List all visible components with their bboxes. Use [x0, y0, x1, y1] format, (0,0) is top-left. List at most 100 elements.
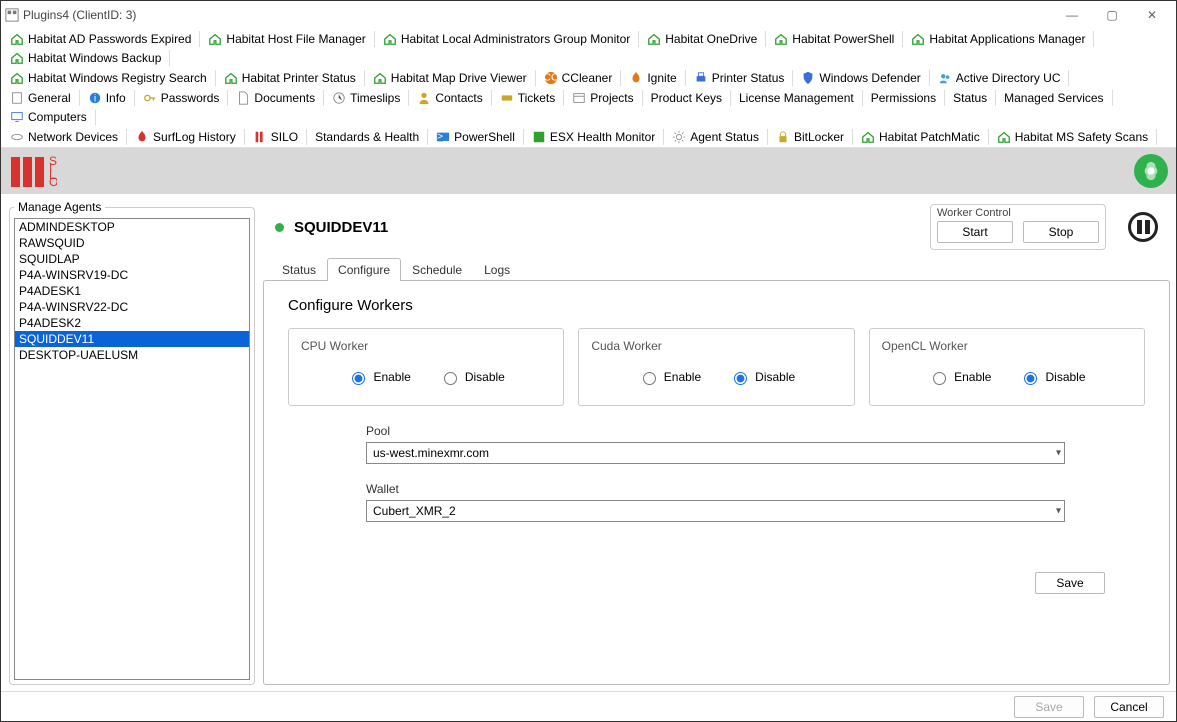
- pool-select[interactable]: [366, 442, 1065, 464]
- status-dot-icon: [275, 223, 284, 232]
- tab-configure[interactable]: Configure: [327, 258, 401, 281]
- configure-title: Configure Workers: [288, 297, 1145, 314]
- doc-icon: [236, 91, 250, 105]
- toolbar-item[interactable]: Status: [948, 89, 992, 107]
- disable-radio-label[interactable]: Disable: [1019, 369, 1085, 385]
- toolbar-item[interactable]: Computers: [5, 108, 92, 126]
- tab-logs[interactable]: Logs: [473, 258, 521, 281]
- disable-radio[interactable]: [734, 372, 747, 385]
- toolbar-item[interactable]: Timeslips: [327, 89, 405, 107]
- agent-list-item[interactable]: P4ADESK2: [15, 315, 249, 331]
- toolbar-item[interactable]: General: [5, 89, 76, 107]
- disable-radio[interactable]: [1024, 372, 1037, 385]
- toolbar-item[interactable]: Active Directory UC: [933, 69, 1066, 87]
- footer-cancel-button[interactable]: Cancel: [1094, 696, 1164, 718]
- toolbar-item[interactable]: Habitat MS Safety Scans: [992, 128, 1153, 146]
- disable-radio-label[interactable]: Disable: [439, 369, 505, 385]
- house-icon: [911, 32, 925, 46]
- minimize-button[interactable]: —: [1052, 1, 1092, 29]
- toolbar-item[interactable]: Printer Status: [689, 69, 790, 87]
- toolbar-item[interactable]: Habitat PowerShell: [769, 30, 899, 48]
- toolbar-item[interactable]: Standards & Health: [310, 128, 424, 146]
- toolbar-item[interactable]: Habitat PatchMatic: [856, 128, 985, 146]
- toolbar-item[interactable]: Passwords: [138, 89, 225, 107]
- toolbar-row-1: Habitat AD Passwords Expired Habitat Host…: [1, 29, 1176, 68]
- toolbar-item[interactable]: >_PowerShell: [431, 128, 520, 146]
- enable-radio-label[interactable]: Enable: [347, 369, 410, 385]
- toolbar-item[interactable]: SurfLog History: [130, 128, 241, 146]
- agent-list-item[interactable]: DESKTOP-UAELUSM: [15, 347, 249, 363]
- toolbar-item[interactable]: Habitat Windows Registry Search: [5, 69, 212, 87]
- pause-button[interactable]: [1128, 212, 1158, 242]
- workers-row: CPU WorkerEnableDisableCuda WorkerEnable…: [288, 328, 1145, 406]
- toolbar-item[interactable]: iInfo: [83, 89, 131, 107]
- enable-radio-label[interactable]: Enable: [928, 369, 991, 385]
- toolbar-item[interactable]: Tickets: [495, 89, 561, 107]
- enable-radio[interactable]: [933, 372, 946, 385]
- toolbar-item[interactable]: Product Keys: [646, 89, 727, 107]
- toolbar-item[interactable]: Habitat Windows Backup: [5, 49, 166, 67]
- toolbar-item[interactable]: BitLocker: [771, 128, 849, 146]
- toolbar-item-label: Habitat PowerShell: [792, 32, 894, 46]
- toolbar-item[interactable]: Habitat Local Administrators Group Monit…: [378, 30, 635, 48]
- toolbar-item-label: ESX Health Monitor: [550, 130, 655, 144]
- toolbar-item[interactable]: CCCCleaner: [539, 69, 618, 87]
- house-icon: [997, 130, 1011, 144]
- enable-radio[interactable]: [352, 372, 365, 385]
- worker-box: OpenCL WorkerEnableDisable: [869, 328, 1145, 406]
- tab-content-configure: Configure Workers CPU WorkerEnableDisabl…: [263, 280, 1170, 685]
- enable-radio-label[interactable]: Enable: [638, 369, 701, 385]
- disable-radio-label[interactable]: Disable: [729, 369, 795, 385]
- toolbar-item[interactable]: Permissions: [866, 89, 941, 107]
- tab-schedule[interactable]: Schedule: [401, 258, 473, 281]
- toolbar-area: Habitat AD Passwords Expired Habitat Host…: [1, 29, 1176, 148]
- agent-list-item[interactable]: P4A-WINSRV22-DC: [15, 299, 249, 315]
- toolbar-item-label: Product Keys: [651, 91, 722, 105]
- toolbar-item[interactable]: Habitat Applications Manager: [906, 30, 1090, 48]
- toolbar-item[interactable]: License Management: [734, 89, 859, 107]
- toolbar-item[interactable]: Contacts: [412, 89, 487, 107]
- toolbar-item[interactable]: Habitat Map Drive Viewer: [368, 69, 532, 87]
- brain-icon[interactable]: [1134, 154, 1168, 188]
- toolbar-item[interactable]: Habitat Host File Manager: [203, 30, 370, 48]
- close-button[interactable]: ✕: [1132, 1, 1172, 29]
- toolbar-item[interactable]: Agent Status: [667, 128, 764, 146]
- stop-button[interactable]: Stop: [1023, 221, 1099, 243]
- toolbar-item[interactable]: Ignite: [624, 69, 681, 87]
- wallet-select[interactable]: [366, 500, 1065, 522]
- enable-radio[interactable]: [643, 372, 656, 385]
- toolbar-item[interactable]: Network Devices: [5, 128, 123, 146]
- worker-title: Cuda Worker: [591, 339, 841, 353]
- esx-icon: [532, 130, 546, 144]
- toolbar-item-label: Projects: [590, 91, 633, 105]
- start-button[interactable]: Start: [937, 221, 1013, 243]
- maximize-button[interactable]: ▢: [1092, 1, 1132, 29]
- footer-save-button[interactable]: Save: [1014, 696, 1084, 718]
- disable-radio[interactable]: [444, 372, 457, 385]
- agent-list-item[interactable]: P4ADESK1: [15, 283, 249, 299]
- agent-list[interactable]: ADMINDESKTOPRAWSQUIDSQUIDLAPP4A-WINSRV19…: [14, 218, 250, 680]
- toolbar-item[interactable]: Managed Services: [999, 89, 1108, 107]
- toolbar-item[interactable]: SILO: [248, 128, 303, 146]
- agent-header: SQUIDDEV11 Worker Control Start Stop: [263, 200, 1170, 254]
- agent-list-item[interactable]: SQUIDDEV11: [15, 331, 249, 347]
- right-panel: SQUIDDEV11 Worker Control Start Stop Sta…: [263, 200, 1170, 685]
- toolbar-item[interactable]: Projects: [567, 89, 638, 107]
- toolbar-item[interactable]: Habitat AD Passwords Expired: [5, 30, 196, 48]
- toolbar-item-label: Habitat AD Passwords Expired: [28, 32, 191, 46]
- toolbar-item[interactable]: Windows Defender: [796, 69, 925, 87]
- toolbar-item[interactable]: Documents: [231, 89, 320, 107]
- agent-list-item[interactable]: RAWSQUID: [15, 235, 249, 251]
- agent-list-item[interactable]: SQUIDLAP: [15, 251, 249, 267]
- toolbar-item[interactable]: ESX Health Monitor: [527, 128, 660, 146]
- tab-status[interactable]: Status: [271, 258, 327, 281]
- toolbar-item[interactable]: Habitat Printer Status: [219, 69, 361, 87]
- house-icon: [861, 130, 875, 144]
- manage-agents-legend: Manage Agents: [18, 200, 101, 214]
- window-title: Plugins4 (ClientID: 3): [23, 8, 136, 22]
- agent-list-item[interactable]: ADMINDESKTOP: [15, 219, 249, 235]
- toolbar-item-label: Windows Defender: [819, 71, 920, 85]
- configure-save-button[interactable]: Save: [1035, 572, 1105, 594]
- agent-list-item[interactable]: P4A-WINSRV19-DC: [15, 267, 249, 283]
- toolbar-item[interactable]: Habitat OneDrive: [642, 30, 762, 48]
